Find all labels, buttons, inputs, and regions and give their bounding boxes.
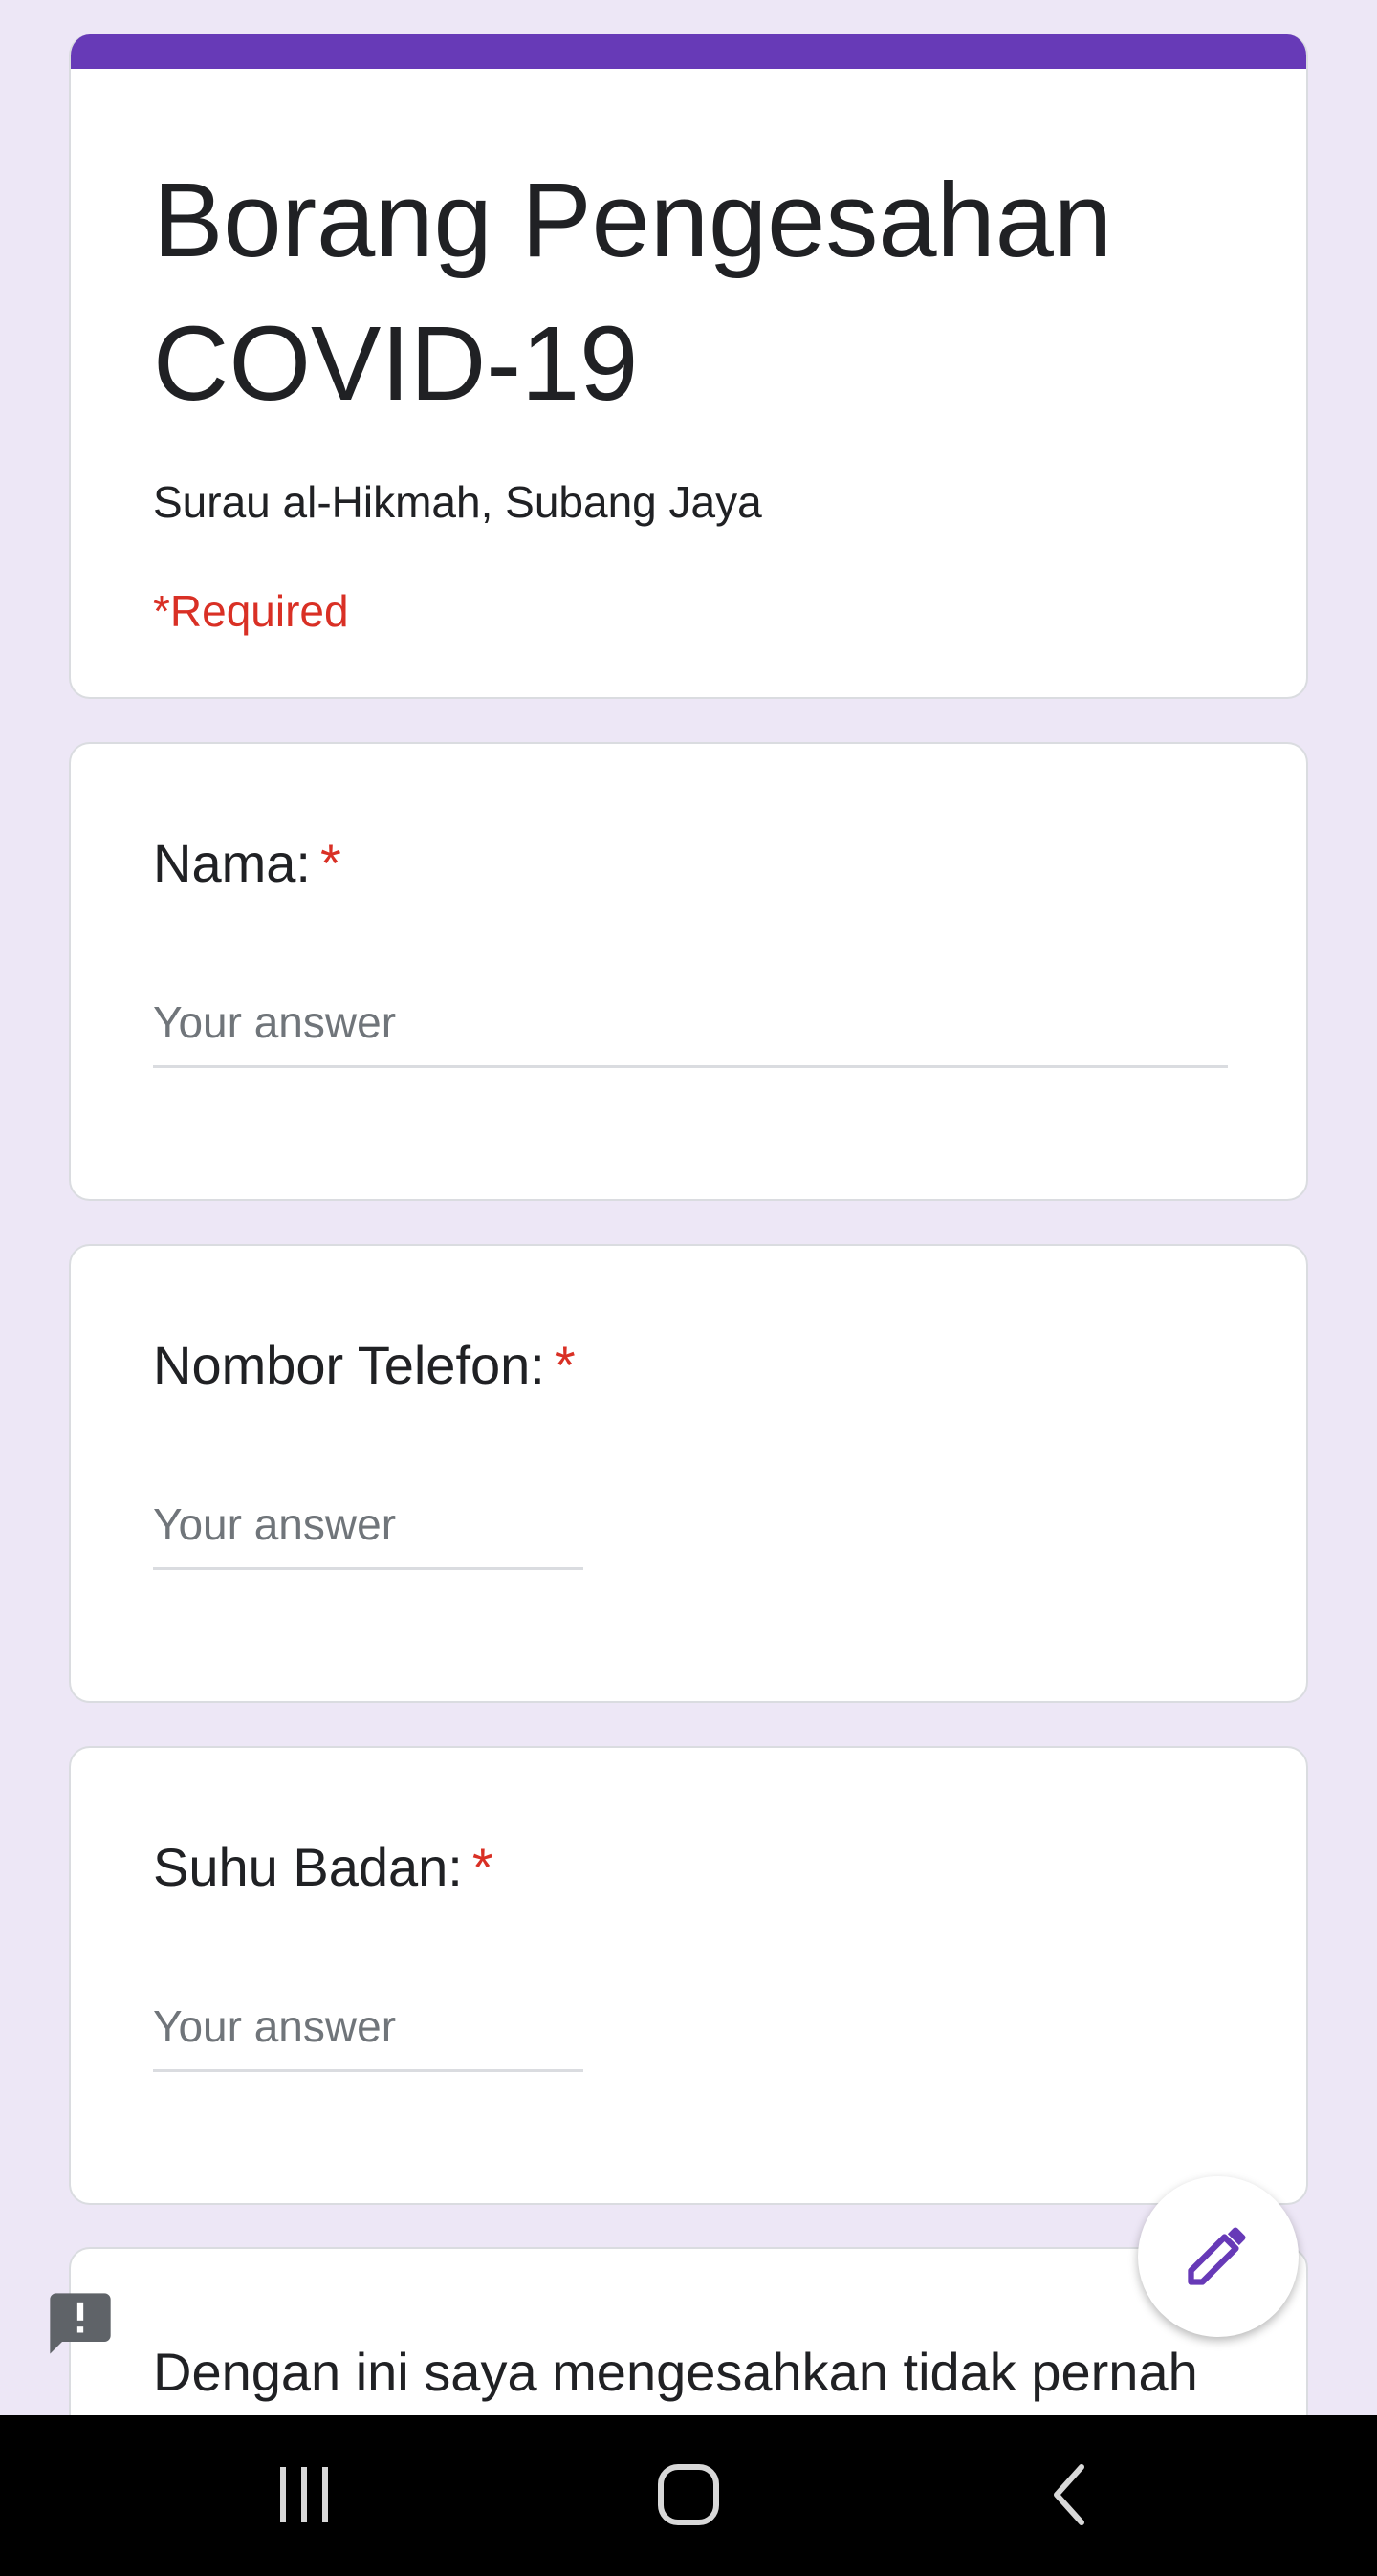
- edit-fab-button[interactable]: [1138, 2176, 1299, 2337]
- required-note: *Required: [153, 586, 349, 636]
- form-page: Borang Pengesahan COVID-19 Surau al-Hikm…: [0, 0, 1377, 2576]
- recents-button[interactable]: [247, 2454, 361, 2540]
- pencil-icon: [1182, 2218, 1255, 2296]
- required-asterisk: *: [554, 1335, 576, 1395]
- back-button[interactable]: [1014, 2454, 1128, 2540]
- question-card-nombor-telefon: Nombor Telefon: *: [69, 1244, 1308, 1703]
- question-label: Suhu Badan:: [153, 1837, 463, 1897]
- required-asterisk: *: [471, 1837, 493, 1897]
- question-label: Nama:: [153, 833, 311, 893]
- question-card-suhu-badan: Suhu Badan: *: [69, 1746, 1308, 2205]
- required-asterisk: *: [319, 833, 341, 893]
- header-accent-bar: [71, 34, 1306, 69]
- question-title: Nama: *: [153, 832, 341, 894]
- question-card-nama: Nama: *: [69, 742, 1308, 1201]
- nombor-telefon-input[interactable]: [153, 1498, 583, 1570]
- recents-icon: [271, 2461, 338, 2533]
- report-problem-icon[interactable]: [44, 2287, 117, 2360]
- suhu-badan-input[interactable]: [153, 2000, 583, 2072]
- back-icon: [1038, 2461, 1104, 2533]
- form-title: Borang Pengesahan COVID-19: [153, 162, 1113, 423]
- nama-input[interactable]: [153, 996, 1228, 1068]
- home-icon: [655, 2461, 722, 2533]
- form-description: Surau al-Hikmah, Subang Jaya: [153, 477, 762, 527]
- system-navigation-bar: [0, 2415, 1377, 2576]
- form-header-card: Borang Pengesahan COVID-19 Surau al-Hikm…: [69, 34, 1308, 699]
- question-title: Nombor Telefon: *: [153, 1334, 576, 1396]
- home-button[interactable]: [631, 2454, 746, 2540]
- question-title: Suhu Badan: *: [153, 1836, 493, 1898]
- question-title: Dengan ini saya mengesahkan tidak pernah: [153, 2342, 1198, 2402]
- question-label: Nombor Telefon:: [153, 1335, 545, 1395]
